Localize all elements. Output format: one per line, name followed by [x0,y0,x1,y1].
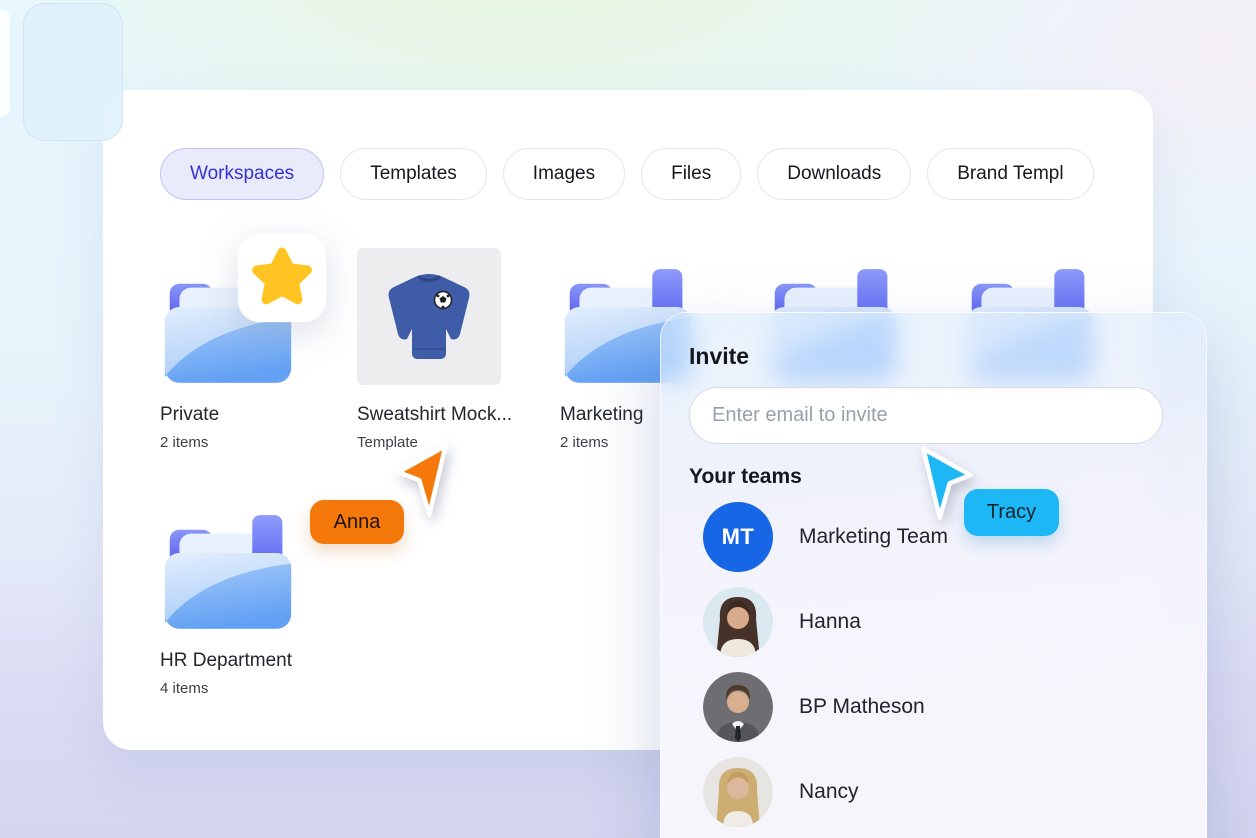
marketing-team-avatar: MT [703,502,773,572]
team-row-bp-matheson[interactable]: BP Matheson [703,672,948,742]
folder-name: Private [160,404,220,425]
edge-decoration [0,10,10,116]
screen: Workspaces Templates Images Files Downlo… [0,0,1256,838]
sweatshirt-image [357,248,501,385]
folder-icon-private [160,248,320,385]
folder-icon-hr [160,494,320,631]
invite-email-input[interactable] [689,387,1163,444]
template-thumbnail [357,248,517,385]
tab-templates[interactable]: Templates [340,148,487,200]
folder-tile-hr-department[interactable]: HR Department 4 items [160,494,320,697]
tab-brand-templates[interactable]: Brand Templ [927,148,1094,200]
team-name: Hanna [799,610,861,633]
anna-cursor-name: Anna [333,510,381,533]
teams-list: MT Marketing Team Hanna BP Matheson Nanc… [703,502,948,827]
template-name: Sweatshirt Mock... [357,404,513,425]
tracy-cursor-name: Tracy [986,501,1037,523]
team-row-hanna[interactable]: Hanna [703,587,948,657]
background-card-decoration [23,3,123,141]
tab-downloads[interactable]: Downloads [757,148,912,200]
team-row-nancy[interactable]: Nancy [703,757,948,827]
tab-bar: Workspaces Templates Images Files Downlo… [160,148,1094,200]
your-teams-heading: Your teams [689,465,802,488]
folder-item-count: 4 items [160,680,209,697]
folder-name: HR Department [160,650,292,671]
star-badge-icon [236,232,328,324]
folder-tile-private[interactable]: Private 2 items [160,248,320,451]
team-name: BP Matheson [799,695,925,718]
anna-cursor-label: Anna [310,500,404,544]
tab-files[interactable]: Files [641,148,742,200]
tracy-cursor-label: Tracy [964,489,1059,536]
team-name: Marketing Team [799,525,949,548]
invite-panel-title: Invite [689,343,750,369]
nancy-avatar [703,757,773,827]
invite-panel: Invite Your teams MT Marketing Team Hann… [660,312,1207,838]
folder-item-count: 2 items [160,434,209,451]
shared-folder-icon [160,510,296,631]
team-name: Nancy [799,780,859,803]
tab-images[interactable]: Images [502,148,626,200]
avatar-initials: MT [721,524,755,549]
tab-workspaces[interactable]: Workspaces [160,148,325,200]
hanna-avatar [703,587,773,657]
bp-matheson-avatar [703,672,773,742]
team-row-marketing-team[interactable]: MT Marketing Team [703,502,948,572]
template-tile-sweatshirt[interactable]: Sweatshirt Mock... Template [357,248,517,451]
